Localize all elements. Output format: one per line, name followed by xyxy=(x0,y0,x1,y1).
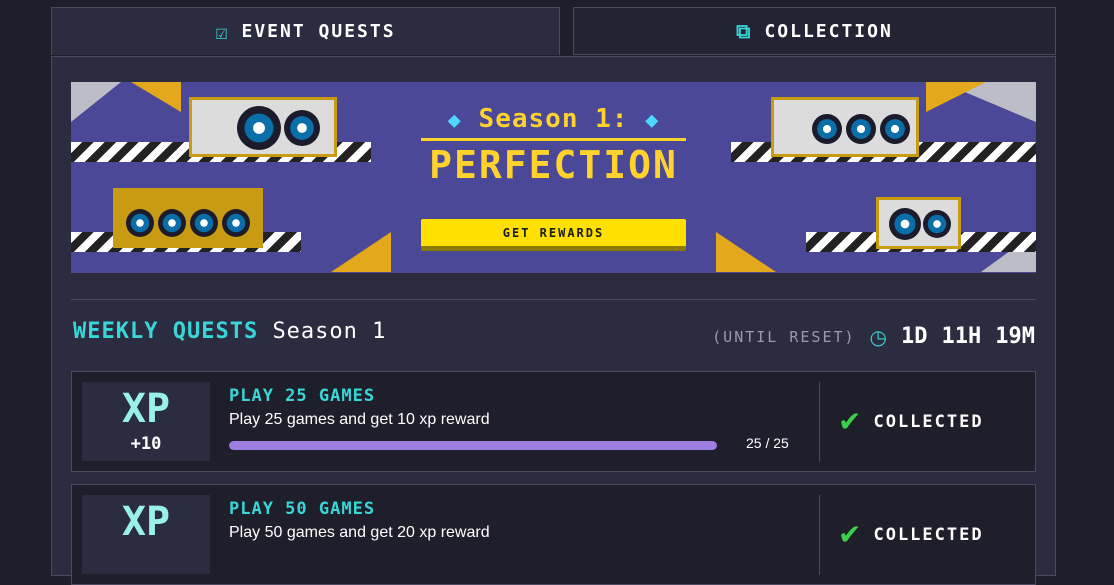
status-label: COLLECTED xyxy=(873,412,984,432)
season-label: Season 1 xyxy=(272,319,387,344)
divider xyxy=(71,299,1036,300)
quest-progress-fill xyxy=(229,441,717,450)
banner-decoration xyxy=(71,82,121,122)
gpu-graphic xyxy=(771,97,919,157)
quest-title: Play 50 games xyxy=(229,499,376,519)
quest-description: Play 50 games and get 20 xp reward xyxy=(229,524,490,541)
status-label: COLLECTED xyxy=(873,525,984,545)
quest-card: XP +10 Play 25 games Play 25 games and g… xyxy=(71,371,1036,472)
quest-title: Play 25 games xyxy=(229,386,376,406)
timer-minutes: 19M xyxy=(995,324,1035,349)
quest-status: ✔ COLLECTED xyxy=(838,521,984,549)
quest-status: ✔ COLLECTED xyxy=(838,408,984,436)
banner-decoration xyxy=(331,232,391,272)
clock-icon: ◷ xyxy=(869,324,887,349)
check-icon: ✔ xyxy=(838,518,862,551)
quest-card: XP Play 50 games Play 50 games and get 2… xyxy=(71,484,1036,585)
reset-label: (until reset) xyxy=(712,327,856,346)
xp-reward-badge: XP xyxy=(82,495,210,574)
diamond-icon: ◆ xyxy=(645,108,660,133)
weekly-quests-title: Weekly quests xyxy=(73,319,259,344)
xp-label: XP xyxy=(121,499,171,545)
divider xyxy=(819,495,820,575)
xp-amount: +10 xyxy=(130,434,162,454)
quest-progress-count: 25 / 25 xyxy=(746,435,789,451)
timer-hours: 11H xyxy=(941,324,982,349)
quest-progress-bar xyxy=(229,441,717,450)
season-subtitle: PERFECTION xyxy=(421,138,686,187)
calendar-check-icon: ☑ xyxy=(215,19,230,44)
banner-decoration xyxy=(131,82,181,112)
timer-days: 1D xyxy=(901,324,928,349)
banner-decoration xyxy=(926,82,986,112)
check-icon: ✔ xyxy=(838,405,862,438)
xp-label: XP xyxy=(121,386,171,432)
tab-collection[interactable]: ⧉ Collection xyxy=(573,7,1056,55)
banner-title: ◆ Season 1: ◆ PERFECTION xyxy=(421,104,686,187)
xp-reward-badge: XP +10 xyxy=(82,382,210,461)
reset-timer: (until reset) ◷ 1D 11H 19M xyxy=(712,324,1035,349)
event-quests-panel: ◆ Season 1: ◆ PERFECTION GET REWARDS Wee… xyxy=(51,56,1056,585)
tab-bar: ☑ Event quests ⧉ Collection xyxy=(51,7,1056,57)
tab-label: Collection xyxy=(764,20,893,42)
gpu-graphic xyxy=(189,97,337,157)
season-title: Season 1: xyxy=(478,104,629,134)
divider xyxy=(819,382,820,462)
quest-description: Play 25 games and get 10 xp reward xyxy=(229,411,490,428)
copy-icon: ⧉ xyxy=(736,19,753,43)
gpu-graphic xyxy=(113,188,263,248)
tab-label: Event quests xyxy=(241,21,396,42)
get-rewards-button[interactable]: GET REWARDS xyxy=(421,219,686,251)
weekly-quests-heading: Weekly quests Season 1 xyxy=(73,319,386,344)
season-banner: ◆ Season 1: ◆ PERFECTION GET REWARDS xyxy=(71,82,1036,273)
tab-event-quests[interactable]: ☑ Event quests xyxy=(51,7,560,55)
diamond-icon: ◆ xyxy=(447,108,462,133)
banner-decoration xyxy=(716,232,776,272)
gpu-graphic xyxy=(876,197,961,249)
